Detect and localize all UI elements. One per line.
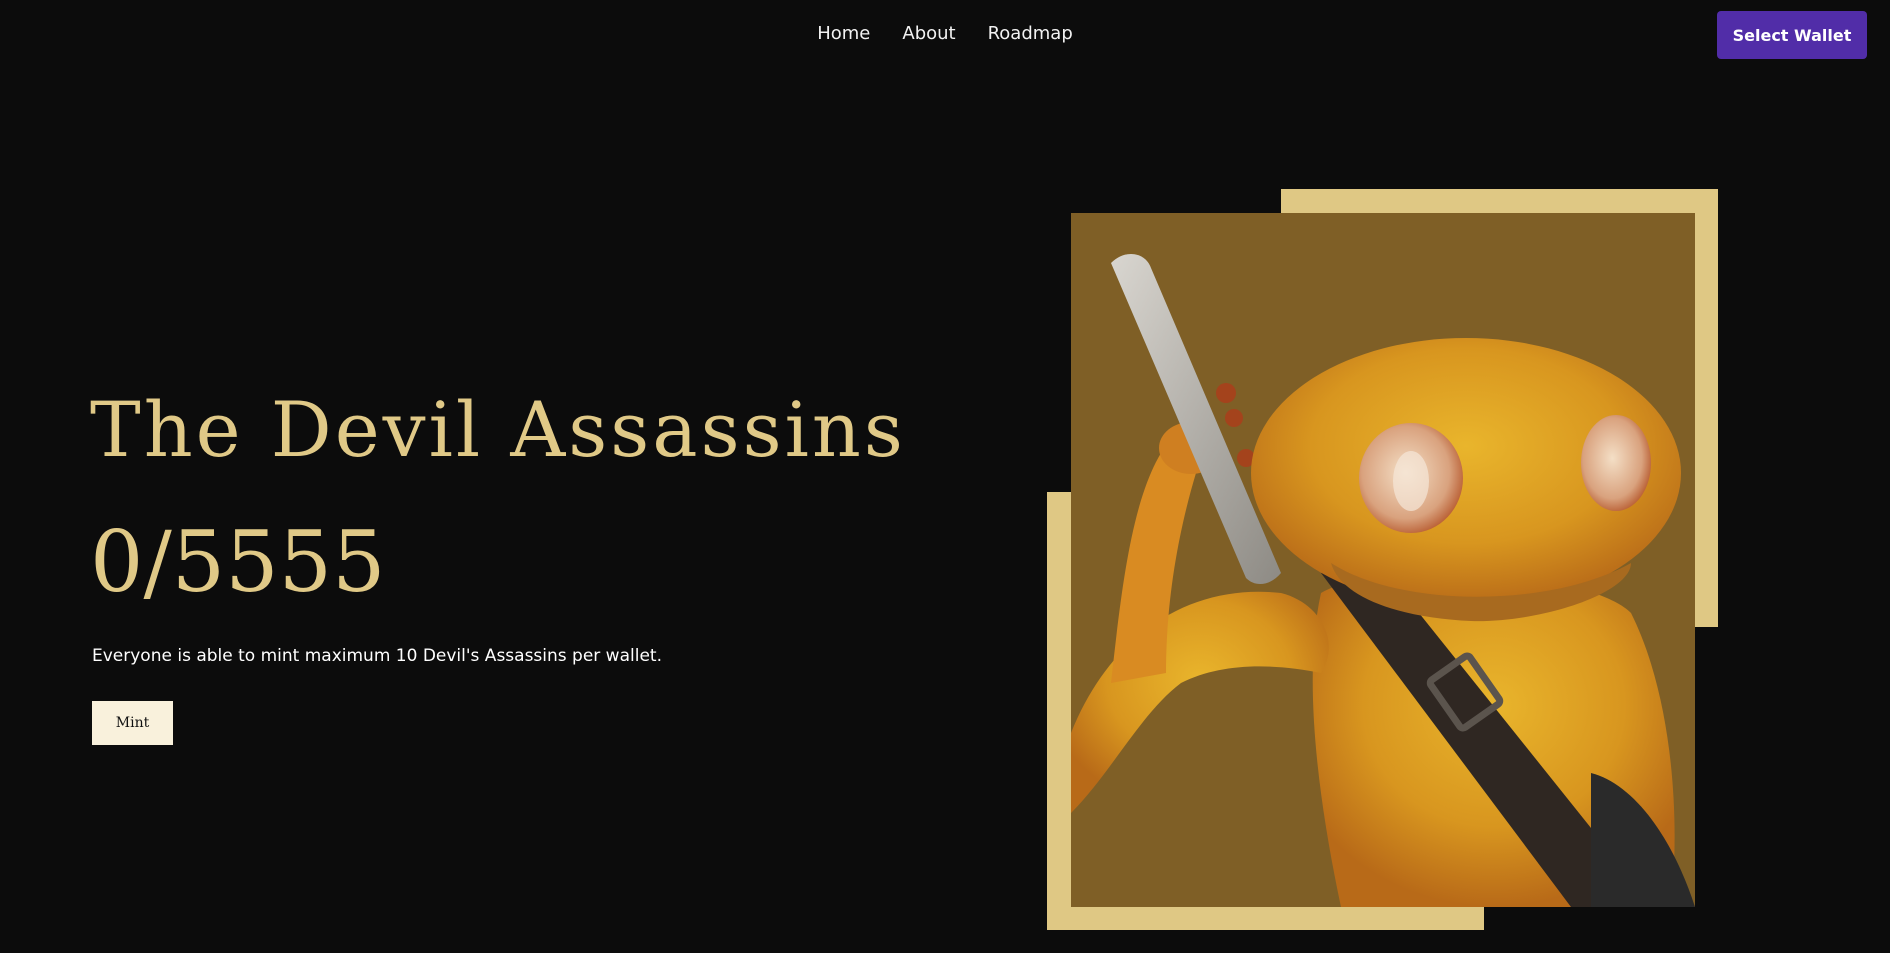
mint-counter: 0/5555: [90, 513, 386, 611]
main-nav: Home About Roadmap: [0, 22, 1890, 46]
select-wallet-button[interactable]: Select Wallet: [1717, 11, 1867, 59]
artwork-image: [1071, 213, 1695, 907]
nav-link-roadmap[interactable]: Roadmap: [988, 22, 1073, 46]
frog-assassin-illustration: [1071, 253, 1695, 907]
page: Home About Roadmap Select Wallet The Dev…: [0, 0, 1890, 953]
hero-title: The Devil Assassins: [90, 385, 906, 474]
mint-description: Everyone is able to mint maximum 10 Devi…: [92, 646, 662, 666]
nav-link-about[interactable]: About: [902, 22, 955, 46]
nav-link-home[interactable]: Home: [817, 22, 870, 46]
mint-button[interactable]: Mint: [92, 701, 173, 745]
